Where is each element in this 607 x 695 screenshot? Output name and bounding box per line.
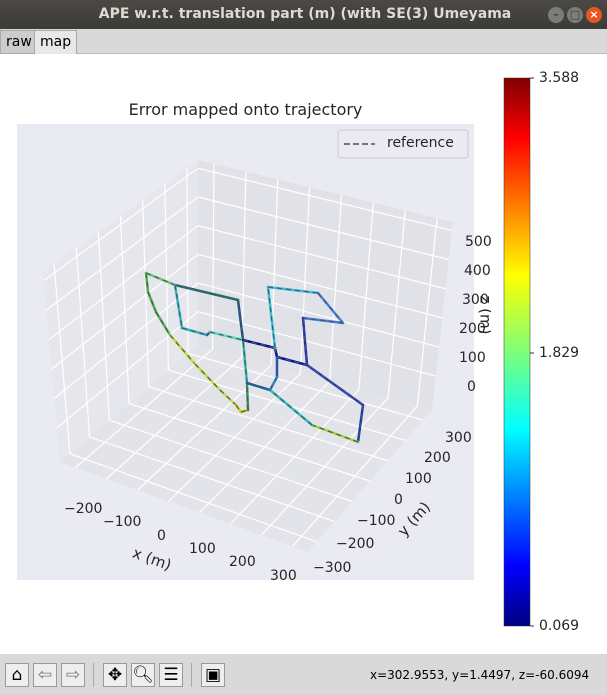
colorbar-mid: 1.829	[539, 345, 580, 361]
tab-map[interactable]: map	[34, 30, 78, 54]
y-tick: 100	[405, 471, 432, 487]
save-icon[interactable]: ▣	[201, 663, 225, 687]
close-button[interactable]: ×	[586, 7, 602, 23]
maximize-button[interactable]: □	[567, 7, 583, 23]
z-axis-label: z (m)	[476, 296, 491, 335]
y-tick: 300	[445, 430, 472, 446]
back-icon[interactable]: ⇦	[33, 663, 57, 687]
y-tick: −200	[336, 536, 375, 552]
z-tick: 500	[465, 234, 492, 250]
x-tick: 0	[157, 528, 166, 544]
toolbar-separator	[191, 663, 192, 687]
toolbar-separator	[93, 663, 94, 687]
legend-label: reference	[387, 135, 454, 151]
colorbar	[503, 77, 531, 627]
x-tick: 300	[270, 568, 297, 584]
pan-icon[interactable]: ✥	[103, 663, 127, 687]
tab-raw[interactable]: raw	[0, 30, 38, 54]
y-tick: 200	[424, 450, 451, 466]
x-tick: 200	[229, 554, 256, 570]
x-tick: −100	[103, 514, 142, 530]
figure-canvas[interactable]: Error mapped onto trajectory reference 3…	[0, 54, 607, 654]
x-tick: 100	[189, 541, 216, 557]
zoom-icon[interactable]: 🔍︎	[131, 663, 155, 687]
x-tick: −200	[64, 501, 103, 517]
configure-icon[interactable]: ☰	[159, 663, 183, 687]
colorbar-max: 3.588	[539, 70, 580, 86]
forward-icon[interactable]: ⇨	[61, 663, 85, 687]
y-tick: −300	[313, 560, 352, 576]
title-bar: APE w.r.t. translation part (m) (with SE…	[0, 0, 607, 51]
z-tick: 400	[464, 263, 491, 279]
home-icon[interactable]: ⌂	[5, 663, 29, 687]
minimize-button[interactable]: –	[548, 7, 564, 23]
z-axis-label-clip: z (m)	[474, 294, 491, 344]
plot-svg[interactable]	[0, 54, 607, 654]
z-tick: 0	[467, 379, 476, 395]
navigation-toolbar: ⌂ ⇦ ⇨ ✥ 🔍︎ ☰ ▣ x=302.9553, y=1.4497, z=-…	[0, 654, 607, 695]
cursor-coordinates: x=302.9553, y=1.4497, z=-60.6094	[370, 668, 590, 682]
y-tick: −100	[357, 513, 396, 529]
colorbar-min: 0.069	[539, 618, 580, 634]
tab-bar: raw map	[0, 29, 607, 54]
y-tick: 0	[394, 492, 403, 508]
chart-title: Error mapped onto trajectory	[128, 100, 363, 119]
z-tick: 100	[459, 350, 486, 366]
